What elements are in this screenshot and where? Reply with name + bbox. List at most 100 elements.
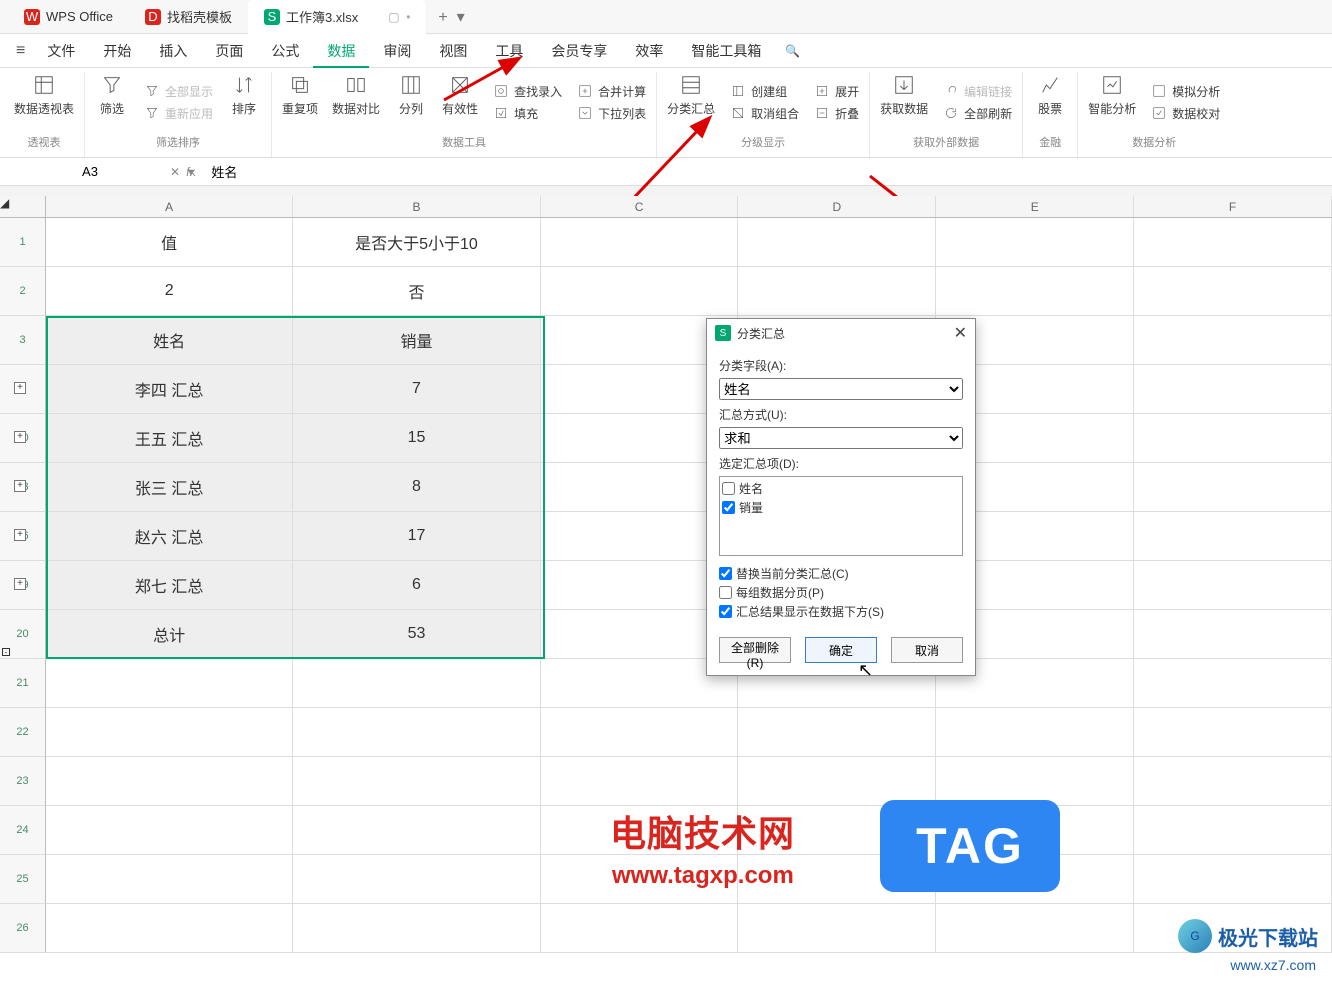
- outline-minus[interactable]: -: [2, 648, 10, 656]
- outline-expand-button[interactable]: +: [14, 431, 26, 443]
- tab-wps[interactable]: WWPS Office: [8, 0, 129, 34]
- cell[interactable]: [293, 904, 540, 953]
- field-select[interactable]: 姓名: [719, 378, 963, 400]
- cell[interactable]: 姓名: [46, 316, 293, 365]
- row-header[interactable]: 2: [0, 267, 46, 316]
- cell[interactable]: [1134, 414, 1332, 463]
- fill-button[interactable]: 填充: [492, 103, 562, 123]
- fx-icon[interactable]: fx: [186, 165, 195, 179]
- method-select[interactable]: 求和: [719, 427, 963, 449]
- ungroup-button[interactable]: 取消组合: [729, 103, 799, 123]
- replace-check[interactable]: 替换当前分类汇总(C): [719, 564, 963, 583]
- cell[interactable]: 值: [46, 218, 293, 267]
- cell[interactable]: 6: [293, 561, 540, 610]
- cell[interactable]: [541, 218, 739, 267]
- below-check[interactable]: 汇总结果显示在数据下方(S): [719, 602, 963, 621]
- cell[interactable]: [46, 659, 293, 708]
- col-hdr-A[interactable]: A: [46, 196, 293, 217]
- menu-formula[interactable]: 公式: [257, 34, 313, 68]
- cell[interactable]: [541, 904, 739, 953]
- cell[interactable]: [293, 806, 540, 855]
- validity-button[interactable]: 有效性: [442, 72, 478, 117]
- tab-template[interactable]: D找稻壳模板: [129, 0, 248, 34]
- data-compare-button[interactable]: 数据对比: [332, 72, 380, 117]
- dropdown-list-button[interactable]: 下拉列表: [576, 103, 646, 123]
- cancel-button[interactable]: 取消: [891, 637, 963, 663]
- cell[interactable]: 否: [293, 267, 540, 316]
- cell[interactable]: 郑七 汇总: [46, 561, 293, 610]
- subtotal-button[interactable]: 分类汇总: [667, 72, 715, 117]
- cell[interactable]: [46, 904, 293, 953]
- outline-expand-button[interactable]: +: [14, 382, 26, 394]
- cell[interactable]: [1134, 757, 1332, 806]
- cell[interactable]: [1134, 659, 1332, 708]
- cell[interactable]: [541, 708, 739, 757]
- menu-file[interactable]: 文件: [33, 34, 89, 68]
- name-box-input[interactable]: [0, 163, 180, 180]
- cell[interactable]: 17: [293, 512, 540, 561]
- col-hdr-E[interactable]: E: [936, 196, 1134, 217]
- cell[interactable]: [1134, 512, 1332, 561]
- menu-efficiency[interactable]: 效率: [621, 34, 677, 68]
- row-header[interactable]: 22: [0, 708, 46, 757]
- menu-tools[interactable]: 工具: [481, 34, 537, 68]
- items-listbox[interactable]: 姓名 销量: [719, 476, 963, 556]
- row-header[interactable]: 21: [0, 659, 46, 708]
- menu-insert[interactable]: 插入: [145, 34, 201, 68]
- menu-data[interactable]: 数据: [313, 34, 369, 68]
- menu-search-icon[interactable]: 🔍: [785, 44, 805, 58]
- col-hdr-D[interactable]: D: [738, 196, 936, 217]
- item-name-check[interactable]: 姓名: [722, 479, 960, 498]
- new-tab-button[interactable]: + ▾: [426, 7, 476, 27]
- tab-workbook[interactable]: S工作簿3.xlsx▢ •: [248, 0, 426, 34]
- row-header[interactable]: 25: [0, 855, 46, 904]
- what-if-button[interactable]: 模拟分析: [1150, 81, 1220, 101]
- data-check-button[interactable]: 数据校对: [1150, 103, 1220, 123]
- cell[interactable]: [46, 757, 293, 806]
- smart-analysis-button[interactable]: 智能分析: [1088, 72, 1136, 117]
- cell[interactable]: 8: [293, 463, 540, 512]
- cell[interactable]: [293, 708, 540, 757]
- edit-link-button[interactable]: 编辑链接: [942, 81, 1012, 101]
- row-header[interactable]: 23: [0, 757, 46, 806]
- duplicates-button[interactable]: 重复项: [282, 72, 318, 117]
- cell[interactable]: [541, 757, 739, 806]
- cell[interactable]: [738, 904, 936, 953]
- cell[interactable]: 总计: [46, 610, 293, 659]
- group-button[interactable]: 创建组: [729, 81, 799, 101]
- stock-button[interactable]: 股票: [1033, 72, 1067, 117]
- row-header[interactable]: 24: [0, 806, 46, 855]
- row-header[interactable]: 3: [0, 316, 46, 365]
- cell[interactable]: [936, 218, 1134, 267]
- outline-expand-button[interactable]: +: [14, 529, 26, 541]
- cell[interactable]: [1134, 316, 1332, 365]
- collapse-button[interactable]: 折叠: [813, 103, 859, 123]
- cell[interactable]: [293, 855, 540, 904]
- pagebreak-check[interactable]: 每组数据分页(P): [719, 583, 963, 602]
- cell[interactable]: [936, 708, 1134, 757]
- get-data-button[interactable]: 获取数据: [880, 72, 928, 117]
- cell[interactable]: [936, 904, 1134, 953]
- formula-input[interactable]: [205, 163, 1332, 180]
- cell[interactable]: 李四 汇总: [46, 365, 293, 414]
- reapply-button[interactable]: 重新应用: [143, 103, 213, 123]
- cell[interactable]: [1134, 463, 1332, 512]
- cell[interactable]: [1134, 365, 1332, 414]
- cell[interactable]: [293, 659, 540, 708]
- cell[interactable]: 销量: [293, 316, 540, 365]
- cell[interactable]: 是否大于5小于10: [293, 218, 540, 267]
- find-entry-button[interactable]: 查找录入: [492, 81, 562, 101]
- cell[interactable]: [936, 757, 1134, 806]
- menu-review[interactable]: 审阅: [369, 34, 425, 68]
- cell[interactable]: [1134, 610, 1332, 659]
- expand-button[interactable]: 展开: [813, 81, 859, 101]
- cell[interactable]: [1134, 218, 1332, 267]
- menu-vip[interactable]: 会员专享: [537, 34, 621, 68]
- cell[interactable]: [738, 218, 936, 267]
- cell[interactable]: [1134, 267, 1332, 316]
- row-header[interactable]: 1: [0, 218, 46, 267]
- menu-view[interactable]: 视图: [425, 34, 481, 68]
- cell[interactable]: 2: [46, 267, 293, 316]
- cell[interactable]: [46, 806, 293, 855]
- cell[interactable]: [1134, 855, 1332, 904]
